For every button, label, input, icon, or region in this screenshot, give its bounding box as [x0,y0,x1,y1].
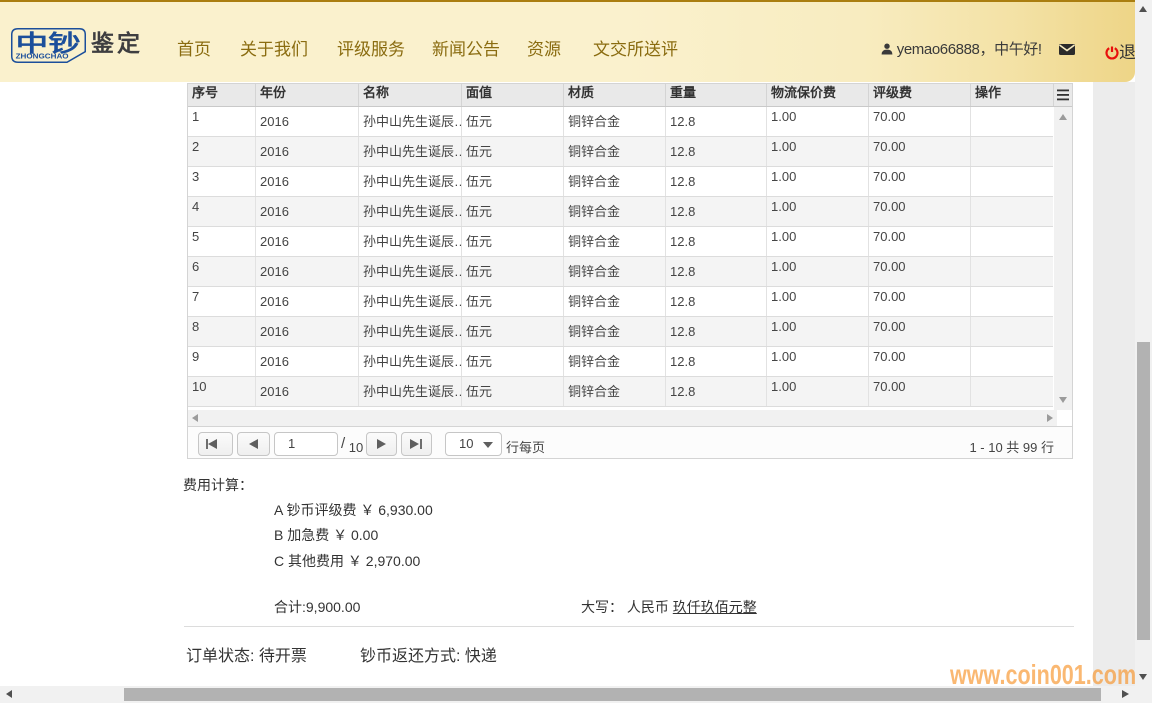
svg-text:ZHONGCHAO: ZHONGCHAO [16,52,69,61]
